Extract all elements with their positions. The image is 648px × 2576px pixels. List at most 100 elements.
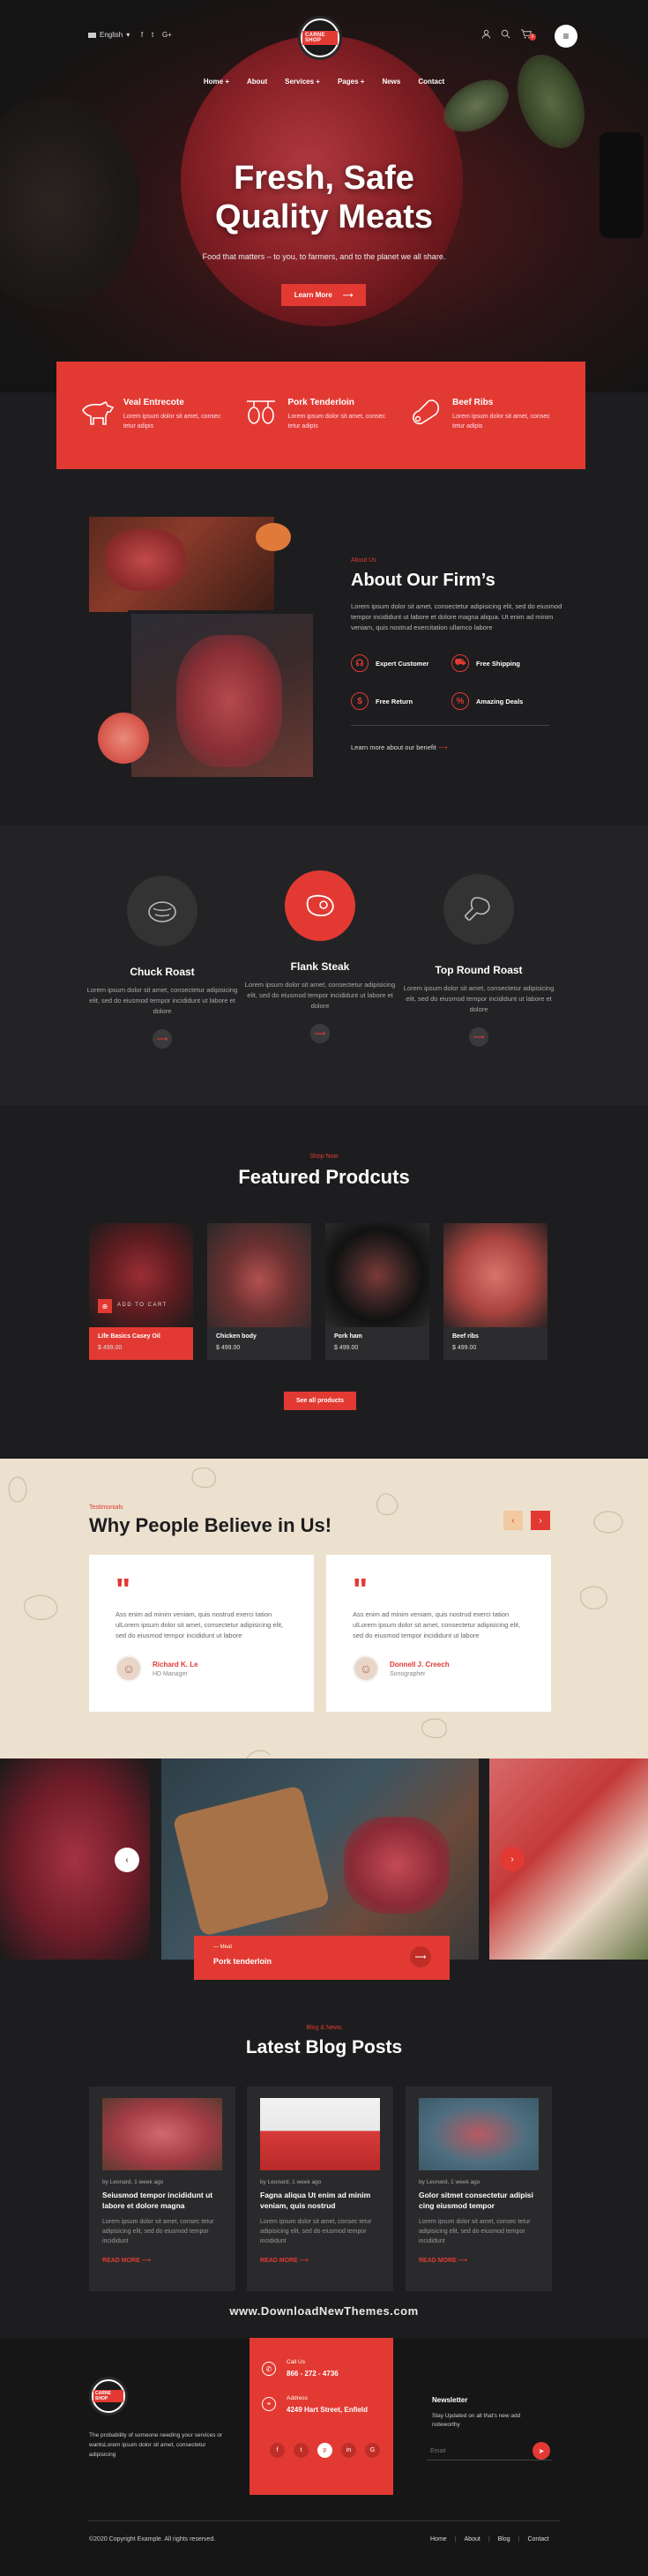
cut-desc: Lorem ipsum dolor sit amet, consectetur … <box>403 984 555 1013</box>
feature-item: Beef Ribs Lorem ipsum dolor sit amet, co… <box>408 398 562 433</box>
post-title[interactable]: Golor sitmet consectetur adipisi cing ei… <box>419 2190 539 2211</box>
cart-icon[interactable]: ⊕ <box>98 1299 112 1313</box>
search-icon[interactable] <box>501 29 510 41</box>
arrow-right-icon: ⟶ <box>156 1034 168 1043</box>
arrow-right-icon: ⟶ <box>414 1952 427 1961</box>
cut-title: Top Round Roast <box>435 964 523 976</box>
facebook-icon[interactable]: f <box>270 2443 285 2458</box>
blog-post-card[interactable]: by Leonard, 1 week ago Seiusmod tempor i… <box>89 2087 235 2291</box>
user-icon[interactable] <box>481 29 491 41</box>
product-card[interactable]: Chicken body $ 499.00 <box>207 1223 311 1360</box>
post-title[interactable]: Seiusmod tempor incididunt ut labore et … <box>102 2190 222 2211</box>
nav-item-contact[interactable]: Contact <box>418 78 444 86</box>
arrow-right-icon: ⟶ <box>437 743 448 751</box>
product-image <box>443 1223 547 1327</box>
call-value[interactable]: 866 - 272 - 4736 <box>287 2370 339 2378</box>
footer-logo[interactable]: CARNE SHOP <box>89 2377 128 2415</box>
features-strip: Veal Entrecote Lorem ipsum dolor sit ame… <box>56 362 585 469</box>
caption-kicker-label: Meat <box>220 1945 233 1950</box>
testimonials-kicker: Testimonials <box>89 1505 123 1511</box>
product-price: $ 499.00 <box>216 1345 241 1351</box>
blog-post-card[interactable]: by Leonard, 1 week ago Fagna aliqua Ut e… <box>247 2087 393 2291</box>
read-more-link[interactable]: READ MORE ⟶ <box>260 2257 380 2264</box>
chevron-down-icon: ▾ <box>126 31 130 39</box>
footer-link-about[interactable]: About <box>465 2536 480 2542</box>
cut-arrow-button[interactable]: ⟶ <box>469 1027 488 1047</box>
twitter-icon[interactable]: t <box>152 31 153 39</box>
facebook-icon[interactable]: f <box>141 31 143 39</box>
product-image <box>207 1223 311 1327</box>
footer-link-contact[interactable]: Contact <box>527 2536 548 2542</box>
read-more-link[interactable]: READ MORE ⟶ <box>419 2257 539 2264</box>
product-info: Life Basics Casey Oil $ 499.00 <box>89 1327 193 1360</box>
post-image <box>102 2098 222 2170</box>
hero-title: Fresh, Safe Quality Meats <box>0 159 648 236</box>
feature-title: Veal Entrecote <box>123 398 184 407</box>
author-name: Richard K. Le <box>153 1660 198 1669</box>
add-to-cart-label[interactable]: ADD TO CART <box>117 1303 168 1308</box>
quote-icon: " <box>115 1572 130 1608</box>
main-nav: Home + About Services + Pages + News Con… <box>0 78 648 86</box>
google-icon[interactable]: G <box>365 2443 380 2458</box>
linkedin-icon[interactable]: in <box>341 2443 356 2458</box>
cow-icon <box>79 398 115 433</box>
site-logo[interactable]: CARNE SHOP <box>298 16 342 60</box>
nav-item-pages[interactable]: Pages + <box>338 78 364 86</box>
blog-post-card[interactable]: by Leonard, 1 week ago Golor sitmet cons… <box>406 2087 552 2291</box>
product-info: Pork ham $ 499.00 <box>325 1327 429 1360</box>
post-meta: by Leonard, 1 week ago <box>102 2179 164 2185</box>
google-plus-icon[interactable]: G+ <box>162 31 172 39</box>
product-card[interactable]: Beef ribs $ 499.00 <box>443 1223 547 1360</box>
email-field[interactable] <box>427 2441 528 2460</box>
nav-item-news[interactable]: News <box>382 78 400 86</box>
menu-button[interactable]: ≡ <box>555 25 577 48</box>
send-icon[interactable]: ➤ <box>533 2442 550 2460</box>
read-more-link[interactable]: READ MORE ⟶ <box>102 2257 222 2264</box>
address-value: 4249 Hart Street, Enfield <box>287 2406 369 2414</box>
call-label: Call Us <box>287 2359 305 2365</box>
footer-about-text: The probability of someone needing your … <box>89 2432 223 2458</box>
hamburger-icon: ≡ <box>562 30 570 42</box>
language-select[interactable]: English ▾ <box>88 31 130 39</box>
testimonials-prev-button[interactable]: ‹ <box>503 1511 523 1530</box>
about-benefit-link[interactable]: Learn more about our benefit ⟶ <box>351 743 448 751</box>
cut-title: Flank Steak <box>290 960 350 973</box>
pinterest-icon[interactable]: p <box>317 2443 332 2458</box>
product-card[interactable]: Pork ham $ 499.00 <box>325 1223 429 1360</box>
separator: | <box>488 2536 490 2542</box>
flag-icon <box>88 32 96 38</box>
plus-icon: + <box>360 78 365 86</box>
testimonial-card: " Ass enim ad minim veniam, quis nostrud… <box>89 1555 314 1712</box>
product-price: $ 499.00 <box>98 1345 123 1351</box>
cut-arrow-button[interactable]: ⟶ <box>153 1029 172 1049</box>
feature-item: Veal Entrecote Lorem ipsum dolor sit ame… <box>79 398 234 433</box>
gallery-prev-button[interactable]: ‹ <box>115 1848 139 1872</box>
phone-icon: ✆ <box>262 2362 276 2376</box>
product-card[interactable]: ⊕ ADD TO CART Life Basics Casey Oil $ 49… <box>89 1223 193 1360</box>
nav-item-home[interactable]: Home + <box>204 78 229 86</box>
caption-arrow-button[interactable]: ⟶ <box>410 1946 431 1967</box>
product-info: Chicken body $ 499.00 <box>207 1327 311 1360</box>
arrow-right-icon: ⟶ <box>314 1028 326 1038</box>
read-more-label: READ MORE <box>260 2258 298 2264</box>
testimonials-next-button[interactable]: › <box>531 1511 550 1530</box>
post-title[interactable]: Fagna aliqua Ut enim ad minim veniam, qu… <box>260 2190 380 2211</box>
twitter-icon[interactable]: t <box>294 2443 309 2458</box>
post-desc: Lorem ipsum dolor sit amet, consec tetur… <box>419 2219 531 2244</box>
nav-item-services[interactable]: Services + <box>285 78 320 86</box>
learn-more-button[interactable]: Learn More ⟶ <box>281 284 366 306</box>
cut-arrow-button[interactable]: ⟶ <box>310 1024 330 1043</box>
see-all-products-button[interactable]: See all products <box>284 1392 356 1410</box>
gallery-next-button[interactable]: › <box>500 1847 525 1871</box>
testimonial-author: ☺ Richard K. Le HD Manager <box>115 1655 287 1682</box>
plus-icon: + <box>316 78 320 86</box>
about-image-top-meat <box>106 529 185 591</box>
blog-kicker: Blog & News <box>306 2025 342 2031</box>
newsletter-text: Stay Updated on all that's new add notew… <box>432 2413 521 2428</box>
about-kicker: About Us <box>351 557 376 564</box>
hero-subtitle: Food that matters – to you, to farmers, … <box>202 252 446 261</box>
footer-link-home[interactable]: Home <box>430 2536 447 2542</box>
nav-item-about[interactable]: About <box>247 78 267 86</box>
footer-link-blog[interactable]: Blog <box>498 2536 510 2542</box>
about-image-crab <box>256 523 291 551</box>
